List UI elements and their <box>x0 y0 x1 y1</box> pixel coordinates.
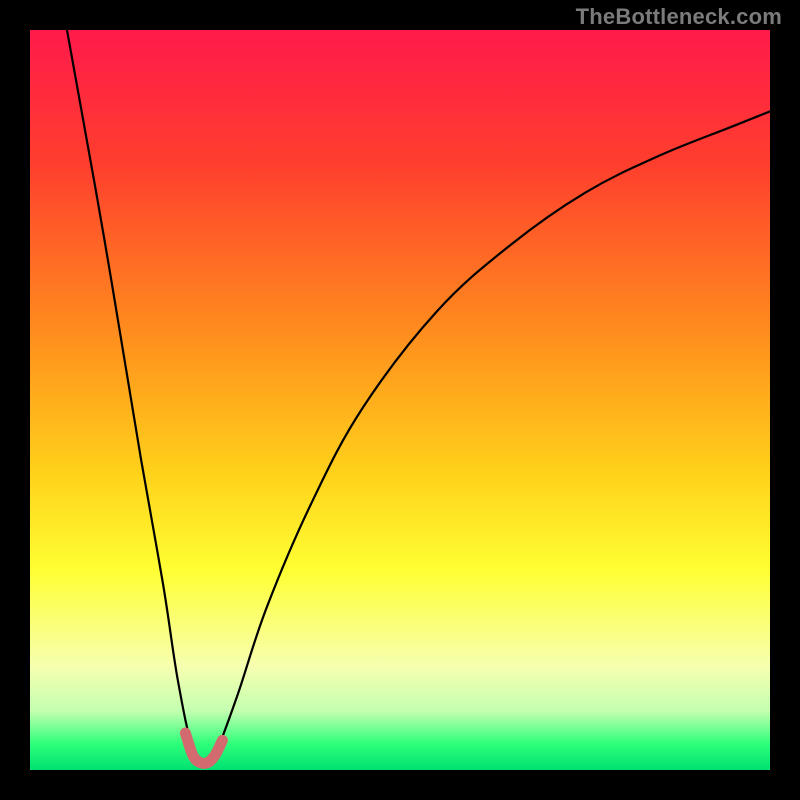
watermark-text: TheBottleneck.com <box>576 4 782 30</box>
chart-container: TheBottleneck.com <box>0 0 800 800</box>
plot-area <box>30 30 770 770</box>
curve-layer <box>30 30 770 770</box>
highlight-segment <box>185 733 222 764</box>
bottleneck-curve <box>67 30 770 764</box>
